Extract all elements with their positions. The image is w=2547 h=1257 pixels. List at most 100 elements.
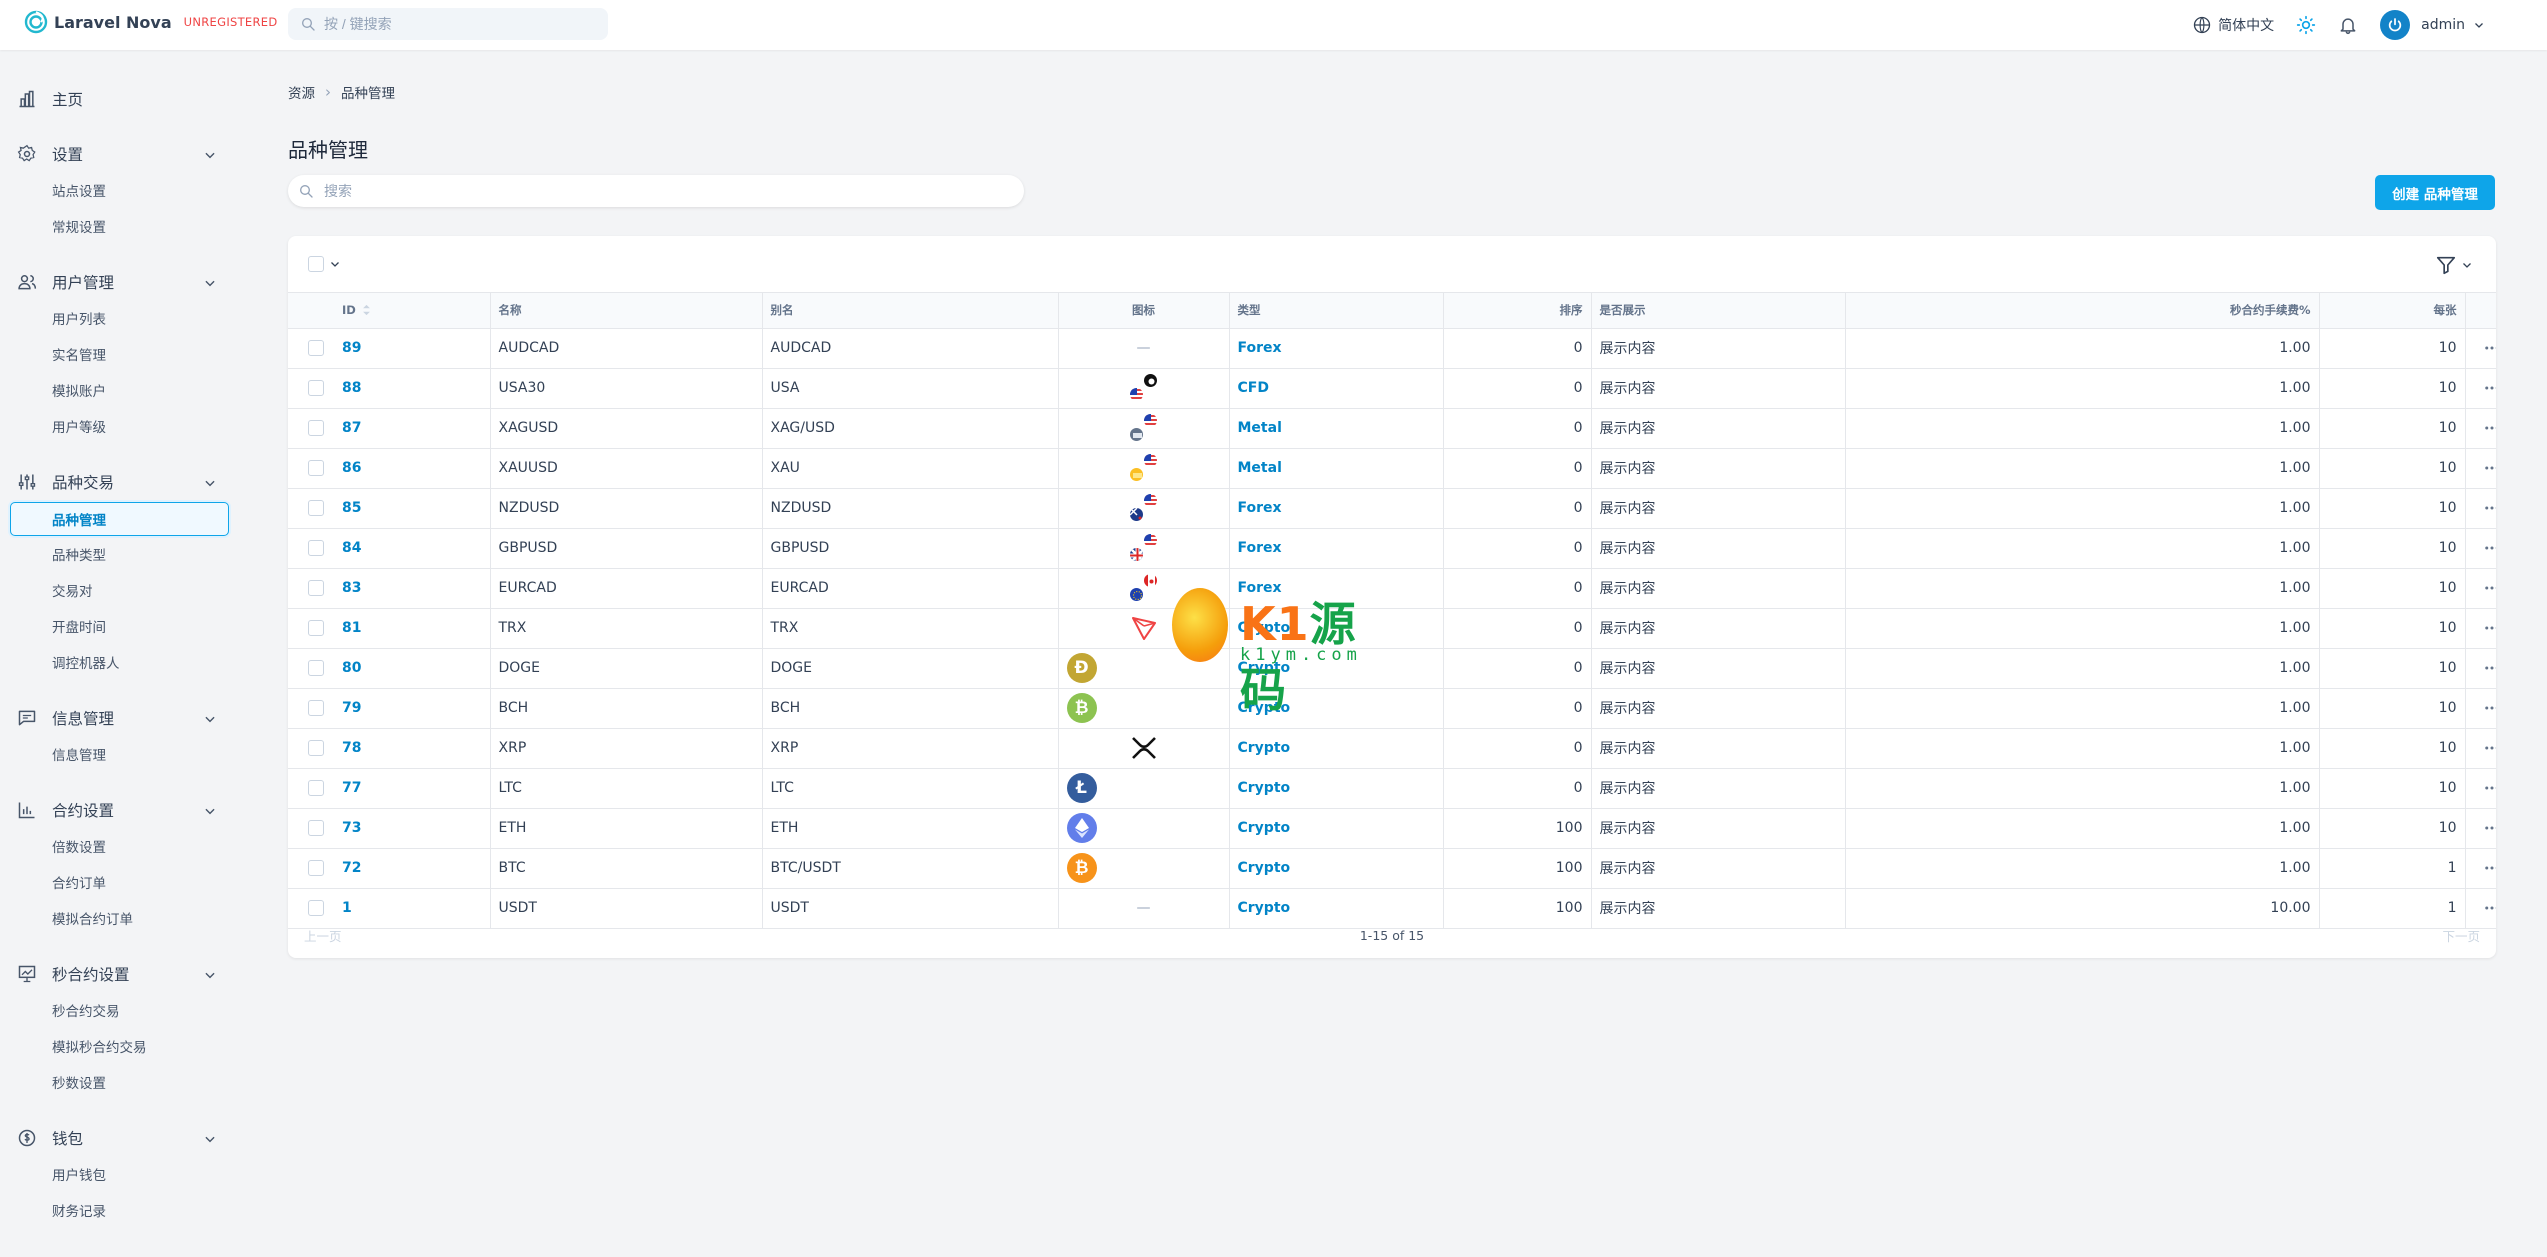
more-icon[interactable] bbox=[2483, 819, 2496, 837]
type-link[interactable]: Forex bbox=[1238, 340, 1282, 356]
cell-id[interactable]: 87 bbox=[334, 408, 491, 449]
sidebar-item-open-hours[interactable]: 开盘时间 bbox=[52, 616, 106, 636]
global-search-input[interactable] bbox=[324, 16, 574, 32]
select-all-checkbox[interactable] bbox=[308, 256, 324, 272]
chevron-down-icon[interactable] bbox=[203, 804, 217, 818]
sidebar-group-contracts[interactable]: 合约设置 bbox=[16, 799, 114, 821]
type-link[interactable]: Crypto bbox=[1238, 820, 1291, 836]
more-icon[interactable] bbox=[2483, 739, 2496, 757]
cell-id[interactable]: 73 bbox=[334, 808, 491, 849]
type-link[interactable]: Forex bbox=[1238, 540, 1282, 556]
row-checkbox[interactable] bbox=[308, 500, 324, 516]
row-id-link[interactable]: 79 bbox=[342, 700, 361, 716]
more-icon[interactable] bbox=[2483, 579, 2496, 597]
chevron-down-icon[interactable] bbox=[203, 276, 217, 290]
table-row[interactable]: 78 XRP XRP Crypto 0 展示内容 1.00 10 bbox=[288, 728, 2496, 769]
row-id-link[interactable]: 81 bbox=[342, 620, 361, 636]
resource-search[interactable] bbox=[288, 175, 1024, 207]
sidebar-group-symbols[interactable]: 品种交易 bbox=[16, 471, 114, 493]
cell-id[interactable]: 72 bbox=[334, 848, 491, 889]
row-id-link[interactable]: 85 bbox=[342, 500, 361, 516]
more-icon[interactable] bbox=[2483, 339, 2496, 357]
row-checkbox[interactable] bbox=[308, 660, 324, 676]
cell-id[interactable]: 86 bbox=[334, 448, 491, 489]
row-checkbox[interactable] bbox=[308, 380, 324, 396]
sidebar-item-demo-accounts[interactable]: 模拟账户 bbox=[52, 380, 106, 400]
row-checkbox[interactable] bbox=[308, 780, 324, 796]
type-link[interactable]: Crypto bbox=[1238, 860, 1291, 876]
more-icon[interactable] bbox=[2483, 499, 2496, 517]
row-id-link[interactable]: 72 bbox=[342, 860, 361, 876]
type-link[interactable]: Metal bbox=[1238, 420, 1282, 436]
row-id-link[interactable]: 86 bbox=[342, 460, 361, 476]
sidebar-item-site-settings[interactable]: 站点设置 bbox=[52, 180, 106, 200]
chevron-down-icon[interactable] bbox=[203, 1132, 217, 1146]
sidebar-item-user-wallets[interactable]: 用户钱包 bbox=[52, 1164, 106, 1184]
type-link[interactable]: Crypto bbox=[1238, 700, 1291, 716]
brand[interactable]: Laravel Nova UNREGISTERED bbox=[24, 10, 278, 34]
row-checkbox[interactable] bbox=[308, 460, 324, 476]
chevron-down-icon[interactable] bbox=[203, 476, 217, 490]
row-id-link[interactable]: 83 bbox=[342, 580, 361, 596]
row-id-link[interactable]: 84 bbox=[342, 540, 361, 556]
table-row[interactable]: 84 GBPUSD GBPUSD Forex 0 展示内容 1.00 10 bbox=[288, 528, 2496, 569]
row-checkbox[interactable] bbox=[308, 700, 324, 716]
table-row[interactable]: 81 TRX TRX Crypto 0 展示内容 1.00 10 bbox=[288, 608, 2496, 649]
row-checkbox[interactable] bbox=[308, 340, 324, 356]
sidebar-group-users[interactable]: 用户管理 bbox=[16, 271, 114, 293]
cell-id[interactable]: 84 bbox=[334, 528, 491, 569]
cell-id[interactable]: 77 bbox=[334, 768, 491, 809]
more-icon[interactable] bbox=[2483, 539, 2496, 557]
sidebar-item-contract-orders[interactable]: 合约订单 bbox=[52, 872, 106, 892]
cell-id[interactable]: 79 bbox=[334, 688, 491, 729]
sidebar-item-kyc[interactable]: 实名管理 bbox=[52, 344, 106, 364]
type-link[interactable]: CFD bbox=[1238, 380, 1269, 396]
row-id-link[interactable]: 73 bbox=[342, 820, 361, 836]
filter-dropdown[interactable] bbox=[2435, 254, 2473, 276]
table-row[interactable]: 72 BTC BTC/USDT ₿ Crypto 100 展示内容 1.00 1 bbox=[288, 848, 2496, 889]
type-link[interactable]: Metal bbox=[1238, 460, 1282, 476]
table-row[interactable]: 80 DOGE DOGE Ð Crypto 0 展示内容 1.00 10 bbox=[288, 648, 2496, 689]
cell-id[interactable]: 89 bbox=[334, 328, 491, 369]
sidebar-item-user-list[interactable]: 用户列表 bbox=[52, 308, 106, 328]
row-checkbox[interactable] bbox=[308, 820, 324, 836]
sidebar-item-symbol-management[interactable]: 品种管理 bbox=[10, 502, 229, 536]
row-id-link[interactable]: 78 bbox=[342, 740, 361, 756]
chevron-down-icon[interactable] bbox=[203, 712, 217, 726]
row-checkbox[interactable] bbox=[308, 620, 324, 636]
more-icon[interactable] bbox=[2483, 459, 2496, 477]
row-checkbox[interactable] bbox=[308, 860, 324, 876]
row-checkbox[interactable] bbox=[308, 420, 324, 436]
sidebar-group-settings[interactable]: 设置 bbox=[16, 143, 83, 165]
cell-id[interactable]: 81 bbox=[334, 608, 491, 649]
table-row[interactable]: 73 ETH ETH Crypto 100 展示内容 1.00 10 bbox=[288, 808, 2496, 849]
global-search[interactable] bbox=[288, 8, 608, 40]
header-id[interactable]: ID bbox=[334, 293, 491, 329]
more-icon[interactable] bbox=[2483, 859, 2496, 877]
row-checkbox[interactable] bbox=[308, 540, 324, 556]
breadcrumb-root[interactable]: 资源 bbox=[288, 82, 315, 102]
sidebar-group-messages[interactable]: 信息管理 bbox=[16, 707, 114, 729]
table-row[interactable]: 85 NZDUSD NZDUSD Forex 0 展示内容 1.00 10 bbox=[288, 488, 2496, 529]
more-icon[interactable] bbox=[2483, 659, 2496, 677]
sidebar-group-wallet[interactable]: 钱包 bbox=[16, 1127, 83, 1149]
sidebar-item-second-trading[interactable]: 秒合约交易 bbox=[52, 1000, 120, 1020]
cell-id[interactable]: 80 bbox=[334, 648, 491, 689]
sidebar-item-demo-contract-orders[interactable]: 模拟合约订单 bbox=[52, 908, 133, 928]
resource-search-input[interactable] bbox=[324, 183, 974, 199]
row-id-link[interactable]: 89 bbox=[342, 340, 361, 356]
type-link[interactable]: Crypto bbox=[1238, 740, 1291, 756]
table-row[interactable]: 79 BCH BCH ₿ Crypto 0 展示内容 1.00 10 bbox=[288, 688, 2496, 729]
sidebar-item-leverage[interactable]: 倍数设置 bbox=[52, 836, 106, 856]
row-id-link[interactable]: 80 bbox=[342, 660, 361, 676]
row-id-link[interactable]: 77 bbox=[342, 780, 361, 796]
sidebar-item-user-levels[interactable]: 用户等级 bbox=[52, 416, 106, 436]
table-row[interactable]: 86 XAUUSD XAU Metal 0 展示内容 1.00 10 bbox=[288, 448, 2496, 489]
user-menu[interactable]: admin bbox=[2380, 10, 2485, 40]
table-row[interactable]: 87 XAGUSD XAG/USD Metal 0 展示内容 1.00 10 bbox=[288, 408, 2496, 449]
language-switcher[interactable]: 简体中文 bbox=[2192, 15, 2274, 35]
row-id-link[interactable]: 87 bbox=[342, 420, 361, 436]
type-link[interactable]: Crypto bbox=[1238, 780, 1291, 796]
more-icon[interactable] bbox=[2483, 699, 2496, 717]
row-checkbox[interactable] bbox=[308, 740, 324, 756]
